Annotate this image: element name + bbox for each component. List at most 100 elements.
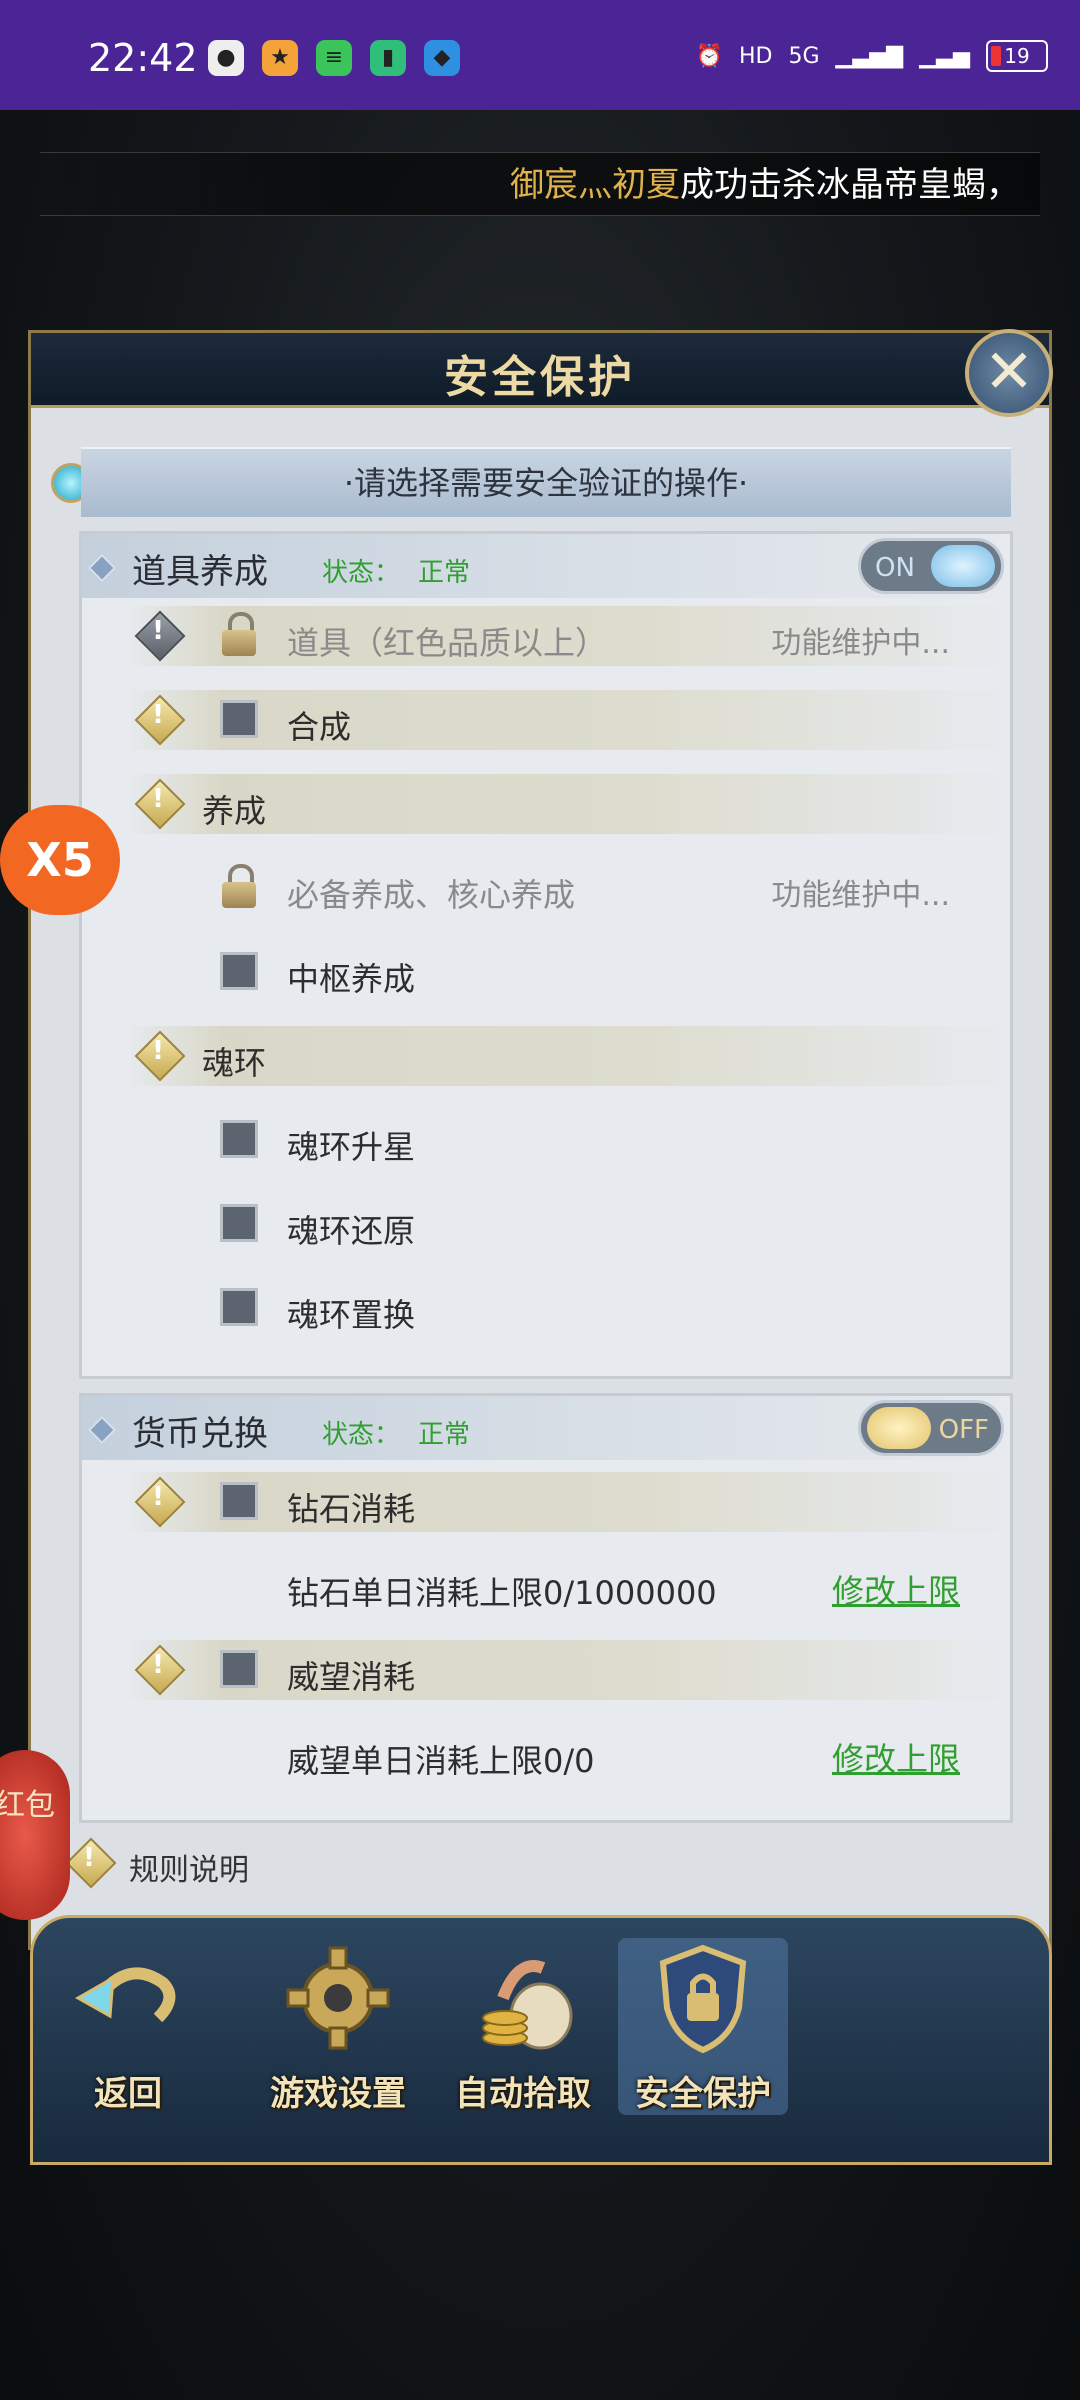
row-soul-star: 魂环升星	[82, 1110, 1010, 1170]
broadcast-message: 成功击杀冰晶帝皇蝎，	[680, 165, 1020, 205]
row-prestige-limit: 威望单日消耗上限0/0 修改上限	[82, 1724, 1010, 1784]
rules-label[interactable]: 规则说明	[129, 1845, 249, 1889]
signal-label: 5G	[788, 43, 820, 69]
section-header: 道具养成 状态： 正常 ON	[82, 534, 1010, 598]
maintenance-status: 功能维护中...	[771, 878, 950, 913]
row-label: 魂环升星	[287, 1128, 416, 1166]
rules-row[interactable]: ! 规则说明	[55, 1833, 1015, 1895]
row-soul-ring: ! 魂环	[82, 1026, 1010, 1086]
row-label: 钻石消耗	[287, 1490, 416, 1528]
toggle-knob	[931, 545, 995, 587]
compose-checkbox[interactable]	[220, 700, 258, 738]
row-hub-cultivate: 中枢养成	[82, 942, 1010, 1002]
auto-pickup-label: 自动拾取	[455, 2074, 591, 2114]
x5-floating-button[interactable]: X5	[0, 805, 120, 915]
hd-badge: HD	[739, 43, 773, 69]
security-dialog: 安全保护 ✕ ·请选择需要安全验证的操作· 道具养成 状态： 正常 ON ! 道…	[28, 329, 1053, 1950]
status-bar: 22:42 ● ★ ≡ ▮ ◆ ⏰ HD 5G ▁▃▅▇ ▁▃▅ 19	[0, 0, 1080, 110]
broadcast-player-name: 御宸灬初夏	[510, 165, 680, 205]
section-header: 货币兑换 状态： 正常 OFF	[82, 1396, 1010, 1460]
row-label: 合成	[287, 708, 352, 746]
notification-icons: ● ★ ≡ ▮ ◆	[208, 40, 460, 76]
diamond-bullet-icon	[87, 1415, 117, 1445]
close-button[interactable]: ✕	[965, 329, 1053, 417]
row-label: 魂环置换	[287, 1296, 416, 1334]
row-prestige: ! 威望消耗	[82, 1640, 1010, 1700]
row-core-cultivate: 必备养成、核心养成 功能维护中...	[82, 858, 1010, 918]
exclamation-icon: !	[152, 700, 164, 730]
signal-icon: ▁▃▅▇	[835, 43, 904, 69]
app-icon: ★	[262, 40, 298, 76]
wechat-icon: ●	[208, 40, 244, 76]
item-section-toggle[interactable]: ON	[858, 538, 1004, 594]
currency-section-toggle[interactable]: OFF	[858, 1400, 1004, 1456]
hub-cultivate-checkbox[interactable]	[220, 952, 258, 990]
maintenance-status: 功能维护中...	[771, 626, 950, 661]
currency-exchange-section: 货币兑换 状态： 正常 OFF ! 钻石消耗 钻石单日消耗上限0/1000000…	[79, 1393, 1013, 1823]
row-label: 必备养成、核心养成	[287, 876, 576, 914]
battery-level: 19	[1004, 44, 1030, 68]
modify-limit-link[interactable]: 修改上限	[832, 1734, 960, 1780]
exclamation-icon: !	[152, 1650, 164, 1680]
soul-restore-checkbox[interactable]	[220, 1204, 258, 1242]
bottom-nav: 返回 游戏设置 自动拾取 安全保护	[30, 1915, 1052, 2165]
dialog-title: 安全保护	[444, 352, 636, 403]
status-label: 状态：	[322, 558, 401, 588]
row-soul-restore: 魂环还原	[82, 1194, 1010, 1254]
diamond-checkbox[interactable]	[220, 1482, 258, 1520]
row-cultivate: ! 养成	[82, 774, 1010, 834]
app-icon: ≡	[316, 40, 352, 76]
item-cultivation-section: 道具养成 状态： 正常 ON ! 道具（红色品质以上） 功能维护中... ! 合…	[79, 531, 1013, 1379]
auto-pickup-button[interactable]: 自动拾取	[438, 1938, 608, 2115]
status-value: 正常	[418, 558, 471, 588]
app-icon: ◆	[424, 40, 460, 76]
status-right: ⏰ HD 5G ▁▃▅▇ ▁▃▅ 19	[696, 40, 1048, 72]
modify-limit-link[interactable]: 修改上限	[832, 1566, 960, 1612]
dialog-title-bar: 安全保护	[31, 333, 1049, 408]
security-label: 安全保护	[635, 2074, 771, 2114]
game-settings-button[interactable]: 游戏设置	[253, 1938, 423, 2115]
soul-swap-checkbox[interactable]	[220, 1288, 258, 1326]
prompt-bar: ·请选择需要安全验证的操作·	[81, 447, 1011, 517]
signal-icon: ▁▃▅	[919, 43, 970, 69]
soul-star-checkbox[interactable]	[220, 1120, 258, 1158]
back-button[interactable]: 返回	[53, 1938, 203, 2115]
row-diamond-limit: 钻石单日消耗上限0/1000000 修改上限	[82, 1556, 1010, 1616]
status-time: 22:42	[88, 36, 198, 80]
row-label: 魂环	[202, 1044, 267, 1082]
row-soul-swap: 魂环置换	[82, 1278, 1010, 1338]
limit-text: 威望单日消耗上限0/0	[287, 1742, 595, 1780]
section-title: 货币兑换	[132, 1414, 268, 1454]
row-item-red: ! 道具（红色品质以上） 功能维护中...	[82, 606, 1010, 666]
row-label: 魂环还原	[287, 1212, 416, 1250]
status-value: 正常	[418, 1420, 471, 1450]
limit-text: 钻石单日消耗上限0/1000000	[287, 1574, 717, 1612]
gear-icon	[286, 1946, 390, 2050]
exclamation-icon: !	[152, 784, 164, 814]
battery-icon: 19	[986, 40, 1048, 72]
section-title: 道具养成	[132, 552, 268, 592]
exclamation-icon: !	[152, 616, 164, 646]
status-label: 状态：	[322, 1420, 401, 1450]
row-label: 道具（红色品质以上）	[287, 624, 608, 662]
toggle-knob	[867, 1407, 931, 1449]
prestige-checkbox[interactable]	[220, 1650, 258, 1688]
back-arrow-icon	[74, 1967, 176, 2023]
shield-lock-icon	[659, 1944, 747, 2054]
lock-icon	[220, 612, 258, 658]
row-label: 威望消耗	[287, 1658, 416, 1696]
row-label: 养成	[202, 792, 267, 830]
exclamation-icon: !	[83, 1843, 95, 1873]
game-settings-label: 游戏设置	[270, 2074, 406, 2114]
security-button[interactable]: 安全保护	[618, 1938, 788, 2115]
toggle-label: ON	[875, 553, 915, 583]
row-diamond: ! 钻石消耗	[82, 1472, 1010, 1532]
toggle-label: OFF	[938, 1415, 989, 1445]
alarm-icon: ⏰	[695, 43, 724, 69]
app-icon: ▮	[370, 40, 406, 76]
diamond-bullet-icon	[87, 553, 117, 583]
broadcast-banner: 御宸灬初夏成功击杀冰晶帝皇蝎，	[40, 152, 1040, 216]
back-label: 返回	[94, 2074, 162, 2114]
exclamation-icon: !	[152, 1036, 164, 1066]
red-packet-button[interactable]: 红包	[0, 1750, 70, 1920]
